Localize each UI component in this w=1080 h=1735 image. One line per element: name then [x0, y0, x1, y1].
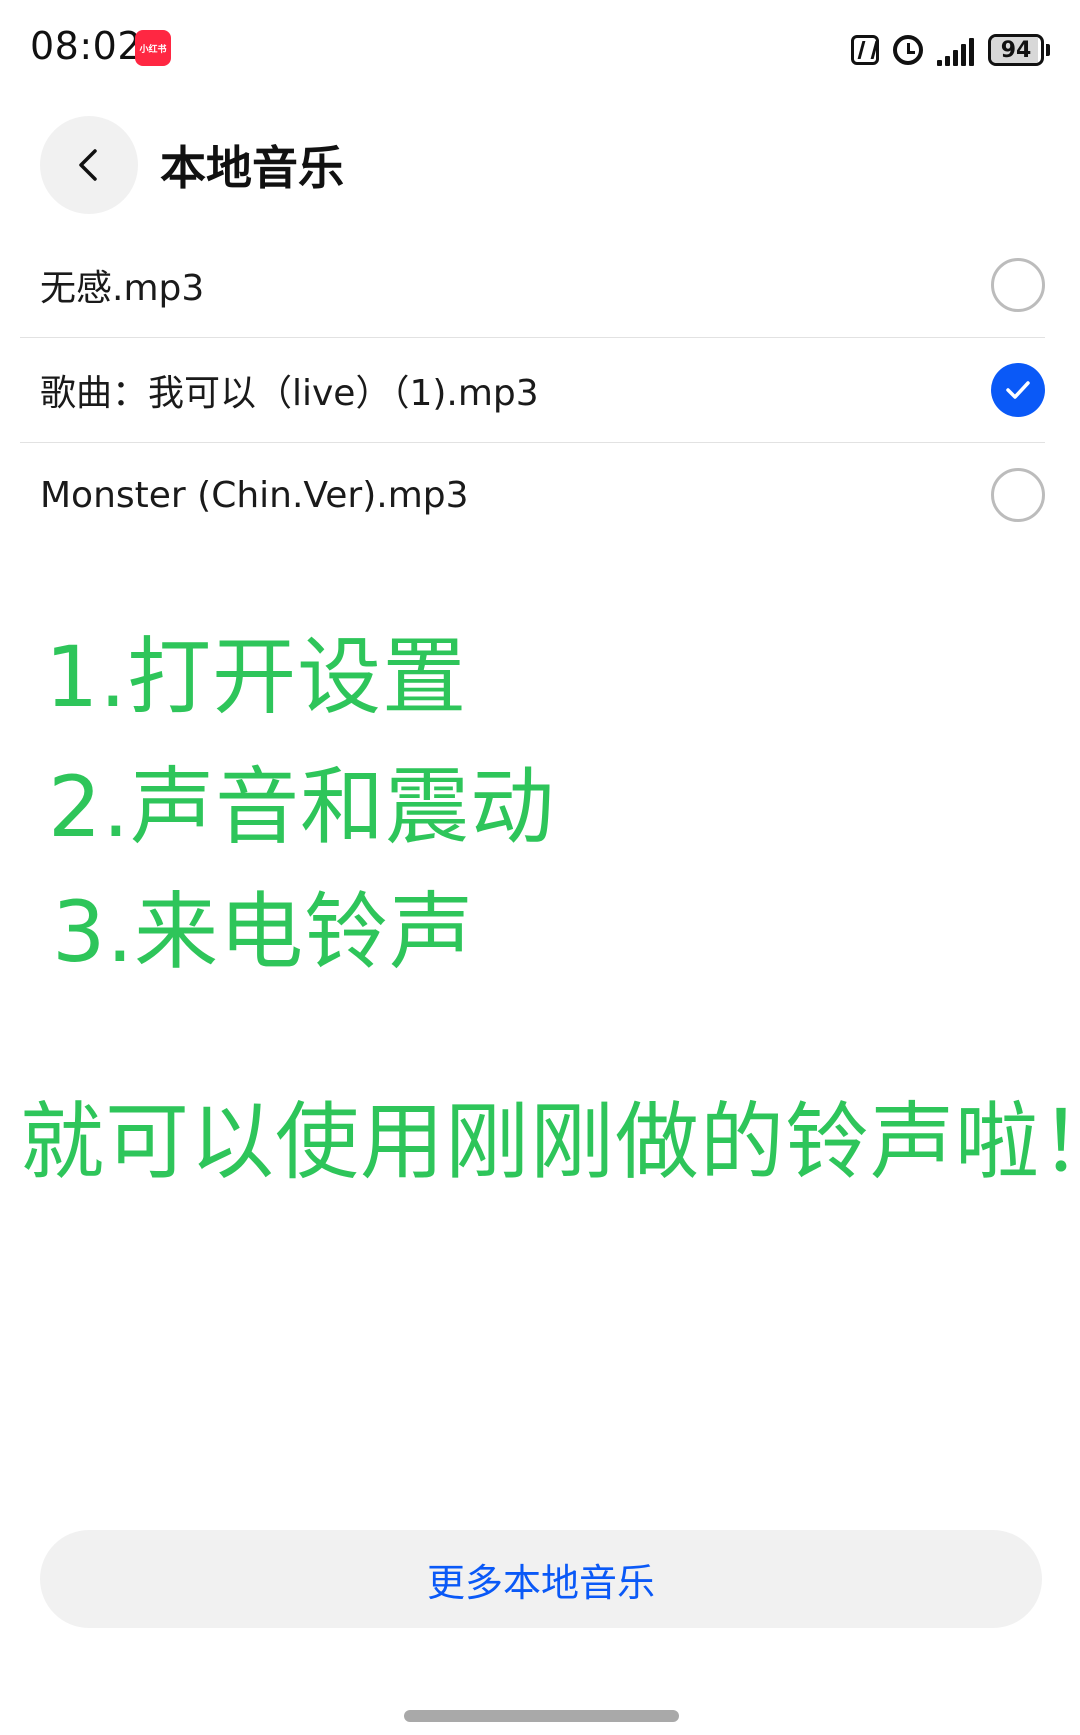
chevron-left-icon	[79, 149, 97, 181]
instruction-step-2: 2.声音和震动	[48, 758, 556, 856]
list-item-label: Monster (Chin.Ver).mp3	[40, 474, 469, 516]
nfc-icon	[851, 35, 879, 65]
xiaohongshu-badge-icon: 小红书	[135, 30, 171, 66]
battery-level: 94	[1000, 37, 1032, 63]
list-item-label: 歌曲：我可以（live）（1).mp3	[40, 373, 539, 414]
radio-button-selected[interactable]	[991, 363, 1045, 417]
alarm-icon	[893, 35, 923, 65]
status-icons: 94	[851, 30, 1050, 70]
list-item[interactable]: 歌曲：我可以（live）（1).mp3	[20, 337, 1045, 442]
music-list: 无感.mp3 歌曲：我可以（live）（1).mp3 Monster (Chin…	[20, 232, 1045, 547]
list-item[interactable]: Monster (Chin.Ver).mp3	[20, 442, 1045, 547]
list-item-label: 无感.mp3	[40, 267, 205, 309]
header: 本地音乐	[40, 115, 344, 215]
status-bar: 08:02 小红书 94	[0, 0, 1080, 100]
instruction-tip: 就可以使用刚刚做的铃声啦！	[20, 1093, 1080, 1191]
home-indicator[interactable]	[404, 1710, 679, 1722]
instruction-step-1: 1.打开设置	[45, 628, 468, 726]
status-time: 08:02	[30, 24, 143, 68]
list-item[interactable]: 无感.mp3	[20, 232, 1045, 337]
signal-icon	[937, 34, 974, 66]
radio-button[interactable]	[991, 257, 1045, 312]
radio-button[interactable]	[991, 468, 1045, 522]
back-button[interactable]	[40, 116, 138, 214]
battery-icon: 94	[988, 34, 1050, 66]
page-title: 本地音乐	[160, 141, 344, 195]
more-local-music-button[interactable]: 更多本地音乐	[40, 1530, 1042, 1628]
screen: 08:02 小红书 94 本地音乐 无感.mp3 歌曲：我可以（live）（1)…	[0, 0, 1080, 1735]
instruction-step-3: 3.来电铃声	[52, 883, 475, 981]
checkmark-icon	[1006, 381, 1030, 399]
